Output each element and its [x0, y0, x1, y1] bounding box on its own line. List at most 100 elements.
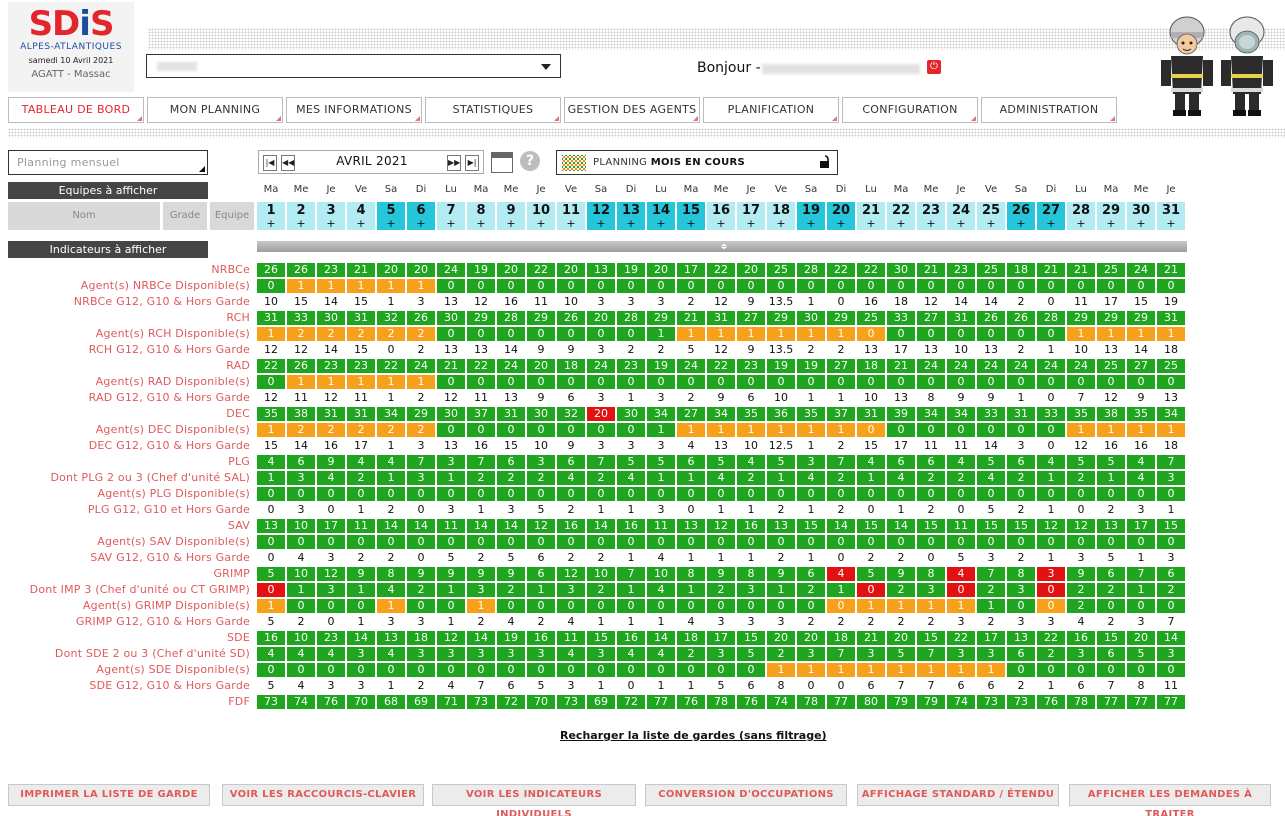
indicator-cell[interactable]: 15: [917, 631, 945, 645]
indicator-cell[interactable]: 14: [587, 519, 615, 533]
indicator-cell[interactable]: 7: [917, 679, 945, 693]
indicator-cell[interactable]: 0: [1007, 663, 1035, 677]
indicator-cell[interactable]: 4: [497, 615, 525, 629]
indicator-cell[interactable]: 78: [707, 695, 735, 709]
indicator-cell[interactable]: 0: [1007, 375, 1035, 389]
indicator-cell[interactable]: 12: [317, 391, 345, 405]
indicator-cell[interactable]: 0: [1067, 535, 1095, 549]
indicator-cell[interactable]: 0: [1037, 663, 1065, 677]
indicator-cell[interactable]: 0: [1037, 295, 1065, 309]
indicator-cell[interactable]: 25: [1157, 359, 1185, 373]
indicator-cell[interactable]: 10: [587, 567, 615, 581]
indicator-cell[interactable]: 1: [377, 599, 405, 613]
indicator-cell[interactable]: 13.5: [767, 343, 795, 357]
indicator-cell[interactable]: 11: [347, 391, 375, 405]
nav-item-planification[interactable]: PLANIFICATION: [703, 97, 839, 123]
indicator-cell[interactable]: 29: [767, 311, 795, 325]
indicator-cell[interactable]: 0: [857, 487, 885, 501]
indicator-cell[interactable]: 3: [1157, 551, 1185, 565]
indicator-cell[interactable]: 1: [347, 279, 375, 293]
indicator-cell[interactable]: 20: [407, 263, 435, 277]
indicator-cell[interactable]: 0: [317, 615, 345, 629]
day-cell[interactable]: 26 +: [1007, 202, 1035, 230]
day-cell[interactable]: 12 +: [587, 202, 615, 230]
indicator-cell[interactable]: 1: [737, 423, 765, 437]
indicator-cell[interactable]: 3: [797, 647, 825, 661]
indicator-cell[interactable]: 15: [497, 439, 525, 453]
indicator-cell[interactable]: 9: [557, 439, 585, 453]
indicator-cell[interactable]: 17: [887, 439, 915, 453]
indicator-cell[interactable]: 0: [347, 599, 375, 613]
indicator-cell[interactable]: 2: [497, 471, 525, 485]
indicator-cell[interactable]: 0: [437, 663, 465, 677]
indicator-cell[interactable]: 3: [617, 295, 645, 309]
indicator-cell[interactable]: 15: [287, 295, 315, 309]
indicator-cell[interactable]: 24: [677, 359, 705, 373]
indicator-cell[interactable]: 7: [587, 455, 615, 469]
affichage-standard-etendu-button[interactable]: AFFICHAGE STANDARD / ÉTENDU: [857, 784, 1059, 806]
indicator-cell[interactable]: 79: [887, 695, 915, 709]
indicator-cell[interactable]: 21: [677, 311, 705, 325]
indicator-cell[interactable]: 4: [317, 471, 345, 485]
indicator-cell[interactable]: 0: [1097, 599, 1125, 613]
add-icon[interactable]: +: [1097, 218, 1125, 229]
indicator-cell[interactable]: 12.5: [767, 439, 795, 453]
indicator-cell[interactable]: 0: [1037, 279, 1065, 293]
indicator-cell[interactable]: 34: [917, 407, 945, 421]
add-icon[interactable]: +: [257, 218, 285, 229]
indicator-cell[interactable]: 20: [767, 631, 795, 645]
indicator-cell[interactable]: 8: [917, 567, 945, 581]
indicator-cell[interactable]: 0: [497, 327, 525, 341]
indicator-cell[interactable]: 7: [917, 647, 945, 661]
calendar-icon[interactable]: [491, 152, 513, 173]
indicator-cell[interactable]: 24: [1007, 359, 1035, 373]
indicator-cell[interactable]: 0: [917, 551, 945, 565]
indicator-cell[interactable]: 0: [707, 599, 735, 613]
indicator-cell[interactable]: 2: [827, 343, 855, 357]
indicator-cell[interactable]: 0: [317, 599, 345, 613]
indicator-cell[interactable]: 5: [437, 551, 465, 565]
indicator-cell[interactable]: 0: [1157, 535, 1185, 549]
indicator-cell[interactable]: 14: [317, 295, 345, 309]
indicator-cell[interactable]: 1: [857, 663, 885, 677]
indicator-cell[interactable]: 1: [827, 327, 855, 341]
indicator-cell[interactable]: 3: [647, 503, 675, 517]
indicator-cell[interactable]: 0: [407, 535, 435, 549]
indicator-cell[interactable]: 2: [1067, 599, 1095, 613]
indicator-cell[interactable]: 19: [797, 359, 825, 373]
indicator-cell[interactable]: 3: [1127, 503, 1155, 517]
indicator-cell[interactable]: 2: [407, 423, 435, 437]
indicator-cell[interactable]: 1: [257, 599, 285, 613]
indicator-cell[interactable]: 14: [317, 343, 345, 357]
indicator-cell[interactable]: 14: [1127, 343, 1155, 357]
indicator-cell[interactable]: 1: [467, 599, 495, 613]
day-cell[interactable]: 20 +: [827, 202, 855, 230]
indicator-cell[interactable]: 7: [467, 455, 495, 469]
indicator-cell[interactable]: 1: [1127, 551, 1155, 565]
day-cell[interactable]: 11 +: [557, 202, 585, 230]
indicator-cell[interactable]: 2: [827, 439, 855, 453]
indicator-cell[interactable]: 2: [407, 327, 435, 341]
indicator-cell[interactable]: 0: [347, 487, 375, 501]
indicator-cell[interactable]: 22: [947, 631, 975, 645]
indicator-cell[interactable]: 26: [257, 263, 285, 277]
indicator-cell[interactable]: 18: [407, 631, 435, 645]
indicator-cell[interactable]: 3: [437, 647, 465, 661]
indicator-cell[interactable]: 17: [707, 631, 735, 645]
indicator-cell[interactable]: 3: [557, 583, 585, 597]
indicator-cell[interactable]: 1: [647, 679, 675, 693]
indicator-cell[interactable]: 2: [887, 583, 915, 597]
indicator-cell[interactable]: 0: [647, 535, 675, 549]
indicator-cell[interactable]: 18: [1007, 263, 1035, 277]
indicator-cell[interactable]: 0: [377, 663, 405, 677]
indicator-cell[interactable]: 1: [707, 503, 735, 517]
indicator-cell[interactable]: 12: [257, 391, 285, 405]
indicator-cell[interactable]: 1: [1097, 423, 1125, 437]
indicator-cell[interactable]: 1: [257, 471, 285, 485]
indicator-cell[interactable]: 2: [677, 647, 705, 661]
indicator-cell[interactable]: 5: [1067, 455, 1095, 469]
indicator-cell[interactable]: 20: [737, 263, 765, 277]
indicator-cell[interactable]: 13: [587, 263, 615, 277]
indicator-cell[interactable]: 1: [767, 327, 795, 341]
indicator-cell[interactable]: 0: [1067, 503, 1095, 517]
